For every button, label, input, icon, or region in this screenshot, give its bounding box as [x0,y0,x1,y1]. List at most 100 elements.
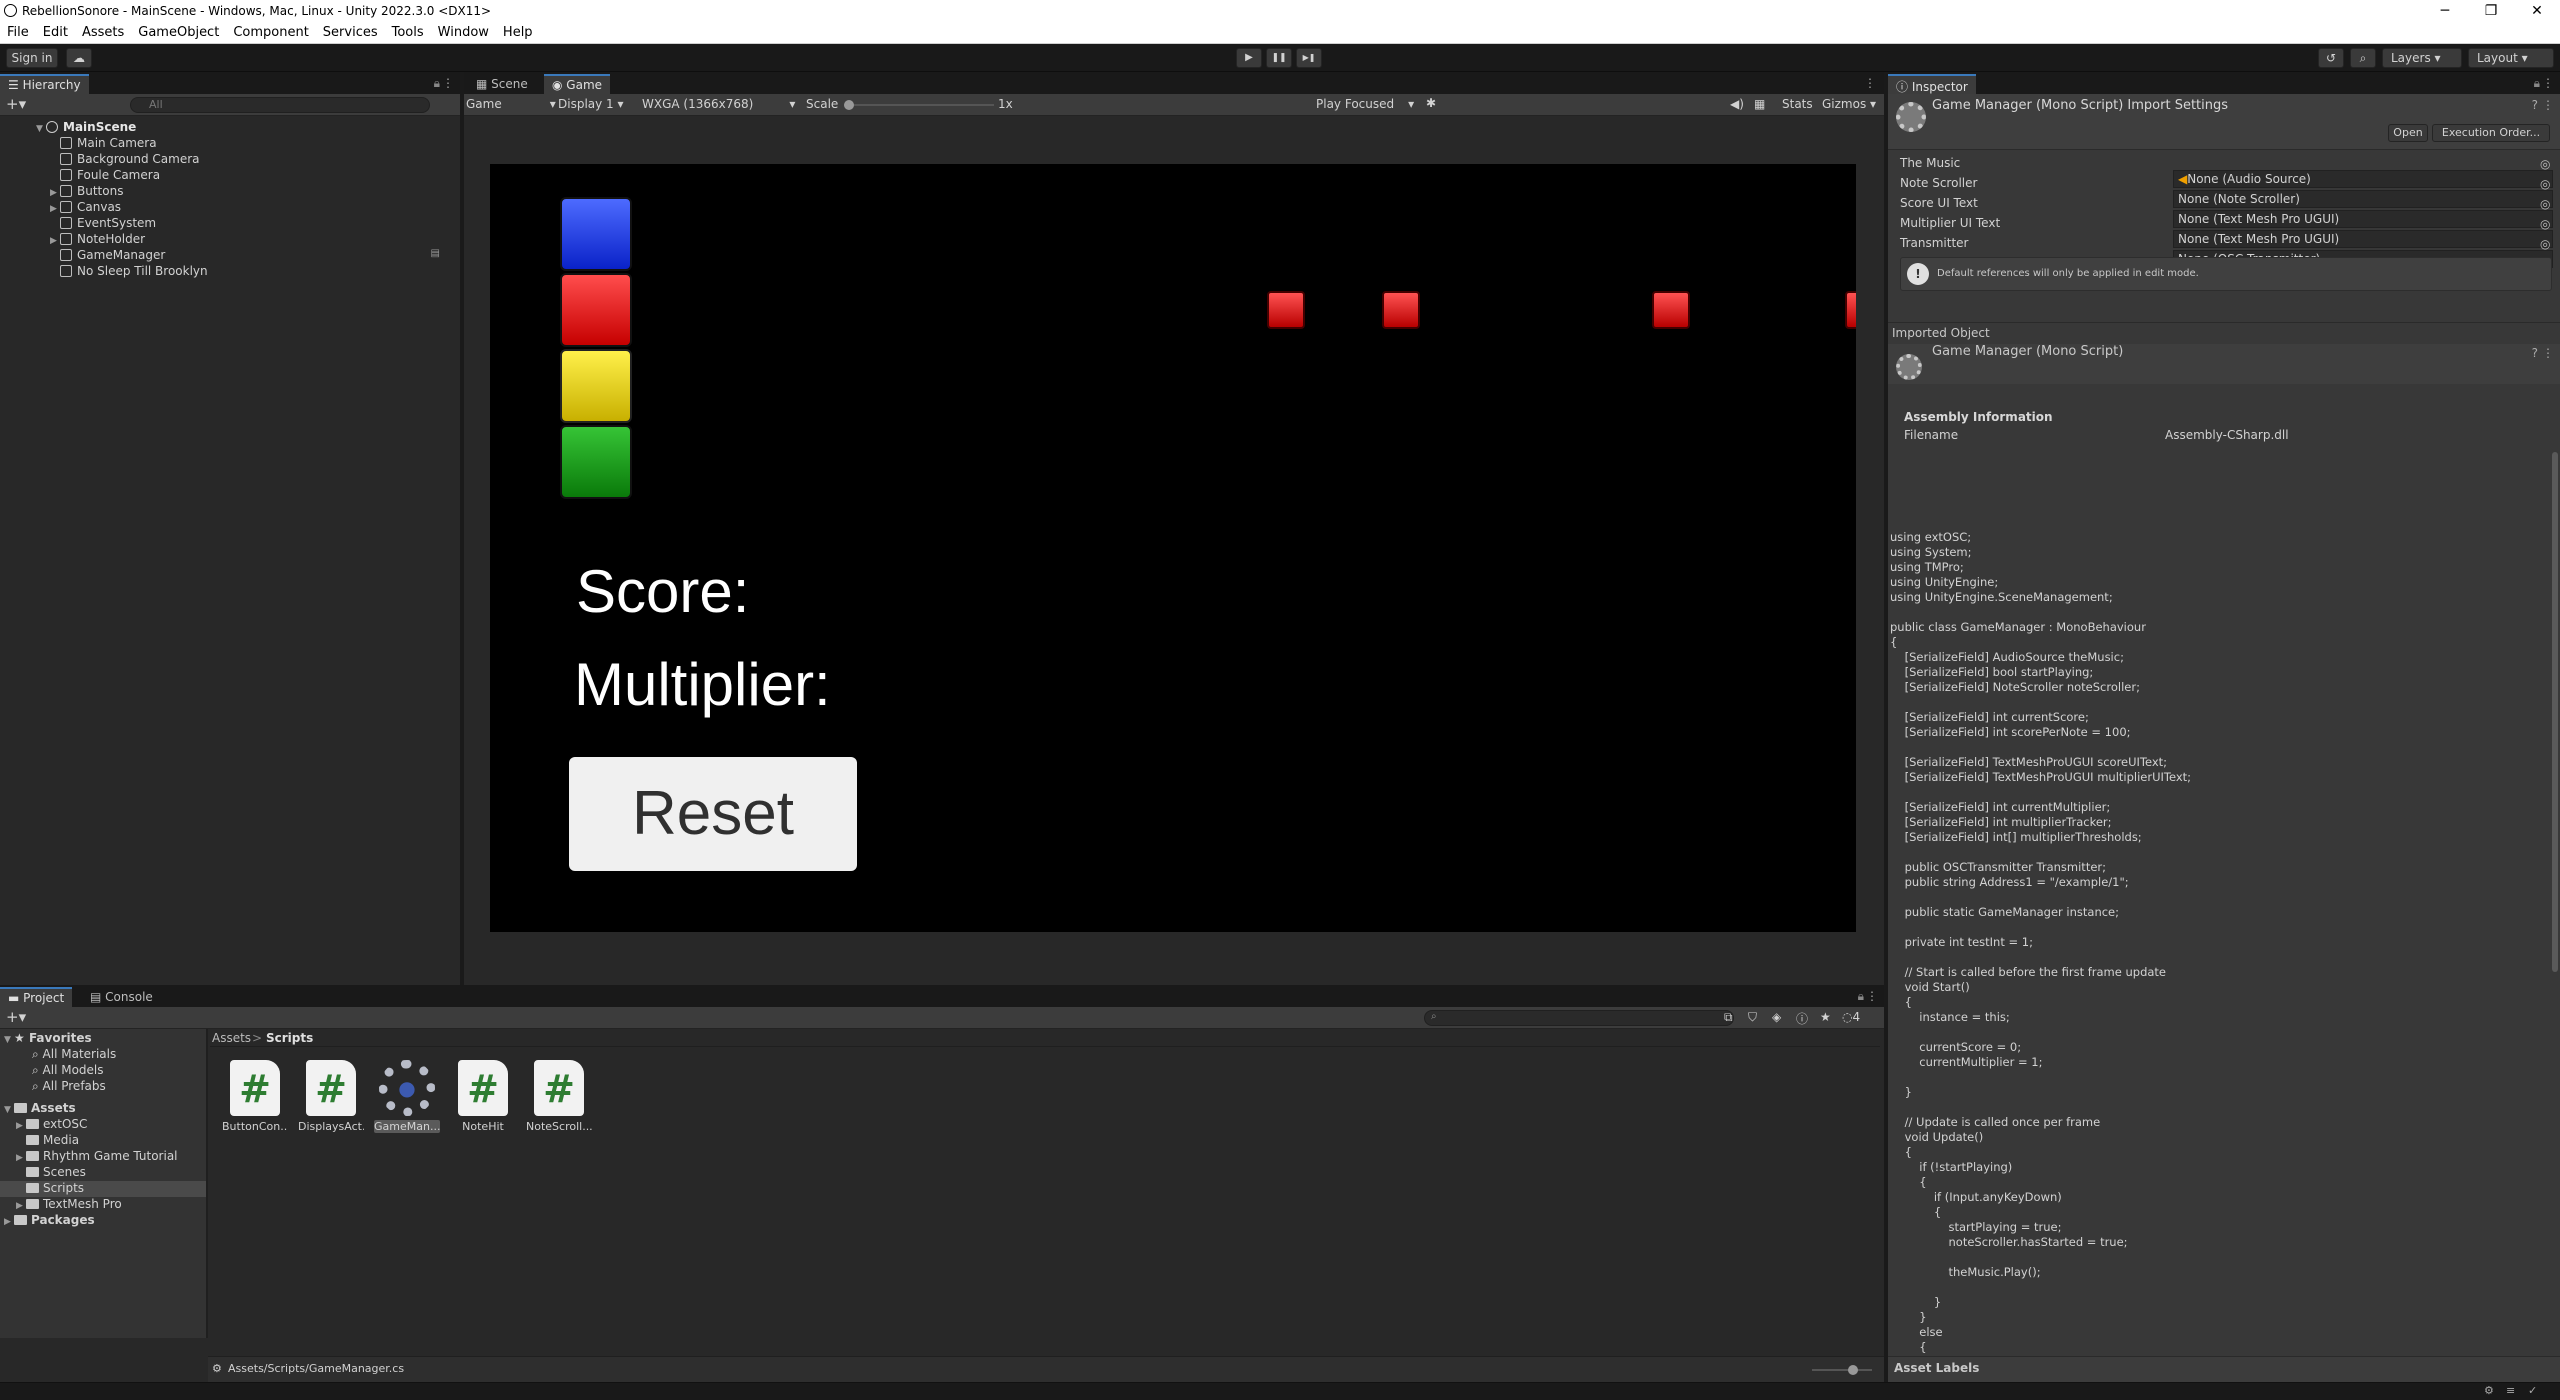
object-picker-icon[interactable]: ◎ [2540,157,2550,171]
help-icon[interactable]: ? [2532,346,2538,360]
folder-node[interactable]: ▶ TextMesh Pro [16,1197,122,1213]
execution-order-button[interactable]: Execution Order... [2432,124,2550,142]
play-mode-dropdown[interactable]: Play Focused ▾ [1316,97,1414,111]
folder-node[interactable]: ▶ extOSC [16,1117,87,1133]
search-icon[interactable]: ⌕ [2350,48,2376,68]
menu-help[interactable]: Help [496,22,540,44]
breadcrumb-assets[interactable]: Assets [212,1031,251,1045]
asset-labels-bar[interactable]: Asset Labels [1888,1356,2560,1382]
panel-menu-icon[interactable]: ⋮ [2542,76,2554,90]
scale-slider-thumb[interactable] [844,100,854,110]
inspector-scrollbar[interactable] [2552,452,2558,972]
gizmos-button[interactable]: Gizmos ▾ [1822,97,1876,111]
scene-root[interactable]: ▼ MainScene [36,120,136,136]
folder-node-selected[interactable]: Scripts [0,1181,206,1197]
cloud-icon[interactable]: ☁ [66,48,92,68]
asset-file-selected[interactable]: ● GameMan... [374,1060,440,1133]
lock-icon[interactable]: 🔒︎ [2534,76,2540,91]
step-button[interactable]: ▶❚ [1296,48,1322,68]
hierarchy-search-input[interactable]: All [130,97,430,113]
favorite-item[interactable]: ⌕ All Materials [32,1047,116,1063]
settings-icon[interactable]: ⋮ [2542,346,2554,360]
packages-node[interactable]: ▶ Packages [4,1213,95,1229]
lock-icon[interactable]: 🔒︎ [1858,989,1864,1004]
tab-project[interactable]: ▬ Project [0,987,73,1007]
star-icon[interactable]: ★ [1820,1010,1831,1024]
add-icon[interactable]: +▾ [6,95,26,113]
settings-icon[interactable]: ⋮ [2542,98,2554,112]
filter-label-icon[interactable]: ⛉ [1748,1010,1757,1025]
history-icon[interactable]: ↺ [2318,48,2344,68]
network-icon[interactable]: ⚙ [2484,1384,2494,1397]
stack-icon[interactable]: ≡ [2506,1384,2515,1397]
menu-edit[interactable]: Edit [36,22,75,44]
display-dropdown[interactable]: Display 1 ▾ [558,97,624,111]
menu-gameobject[interactable]: GameObject [131,22,226,44]
folder-node[interactable]: Media [26,1133,79,1149]
hidden-packages-icon[interactable]: ◌4 [1842,1010,1860,1024]
expand-arrow-icon[interactable]: ▶ [50,188,60,198]
breadcrumb-scripts[interactable]: Scripts [266,1031,313,1045]
grid-icon[interactable]: ▦ [1754,97,1765,111]
resolution-dropdown[interactable]: WXGA (1366x768) ▾ [642,97,795,111]
help-icon[interactable]: ? [2532,98,2538,112]
hierarchy-item[interactable]: EventSystem [60,216,156,232]
lock-icon[interactable]: 🔒︎ [434,76,440,91]
icon-size-slider[interactable] [1812,1365,1872,1375]
tab-scene[interactable]: ▦ Scene [468,74,536,94]
close-button[interactable]: ✕ [2514,0,2560,22]
stats-button[interactable]: Stats [1782,97,1813,111]
folder-node[interactable]: ▶ Rhythm Game Tutorial [16,1149,178,1165]
asset-file[interactable]: # ButtonCon... [222,1060,288,1133]
layers-dropdown[interactable]: Layers ▾ [2382,48,2462,68]
folder-node[interactable]: Scenes [26,1165,86,1181]
icon-size-slider-thumb[interactable] [1848,1365,1858,1375]
tab-game[interactable]: ◉ Game [544,74,611,94]
info-filter-icon[interactable]: ⓘ [1796,1010,1808,1027]
reset-button[interactable]: Reset [569,757,857,871]
menu-file[interactable]: File [0,22,36,44]
project-search-input[interactable]: ⌕ [1424,1010,1734,1026]
minimize-button[interactable]: ─ [2422,0,2468,22]
object-picker-icon[interactable]: ◎ [2540,217,2550,231]
panel-menu-icon[interactable]: ⋮ [1864,76,1876,90]
hierarchy-item[interactable]: ▶ NoteHolder [50,232,145,248]
layout-dropdown[interactable]: Layout ▾ [2468,48,2554,68]
expand-arrow-icon[interactable]: ▶ [50,204,60,214]
open-button[interactable]: Open [2388,124,2428,142]
assets-node[interactable]: ▼ Assets [4,1101,76,1117]
hierarchy-item[interactable]: No Sleep Till Brooklyn [60,264,208,280]
play-button[interactable]: ▶ [1236,48,1262,68]
create-icon[interactable]: +▾ [6,1008,26,1026]
check-icon[interactable]: ✓ [2528,1384,2537,1397]
hierarchy-item[interactable]: ▶ Buttons [50,184,123,200]
hierarchy-item[interactable]: Foule Camera [60,168,160,184]
menu-assets[interactable]: Assets [75,22,131,44]
panel-menu-icon[interactable]: ⋮ [1866,989,1878,1003]
hierarchy-item[interactable]: ▶ Canvas [50,200,121,216]
object-picker-icon[interactable]: ◎ [2540,237,2550,251]
tag-icon[interactable]: ◈ [1772,1010,1781,1024]
pause-button[interactable]: ❚❚ [1266,48,1292,68]
scale-slider[interactable] [844,100,994,110]
menu-window[interactable]: Window [431,22,496,44]
game-viewport[interactable]: Score: Multiplier: Reset [490,164,1856,932]
sign-in-button[interactable]: Sign in [6,48,58,68]
hierarchy-item[interactable]: GameManager ▤ [60,248,440,264]
favorite-item[interactable]: ⌕ All Models [32,1063,104,1079]
menu-tools[interactable]: Tools [385,22,431,44]
object-picker-icon[interactable]: ◎ [2540,197,2550,211]
tab-hierarchy[interactable]: ☰ Hierarchy [0,74,89,94]
expand-arrow-icon[interactable]: ▶ [50,236,60,246]
filter-type-icon[interactable]: ⧉ [1724,1010,1733,1025]
panel-menu-icon[interactable]: ⋮ [442,76,454,90]
tab-console[interactable]: ▤ Console [82,987,161,1007]
favorite-item[interactable]: ⌕ All Prefabs [32,1079,106,1095]
bug-icon[interactable]: ✱ [1426,96,1436,110]
game-dropdown[interactable]: Game ▾ [466,97,556,111]
menu-services[interactable]: Services [316,22,385,44]
hierarchy-item[interactable]: Main Camera [60,136,157,152]
asset-file[interactable]: # DisplaysAct... [298,1060,364,1133]
tab-inspector[interactable]: ⓘ Inspector [1888,74,1976,94]
hierarchy-item[interactable]: Background Camera [60,152,200,168]
